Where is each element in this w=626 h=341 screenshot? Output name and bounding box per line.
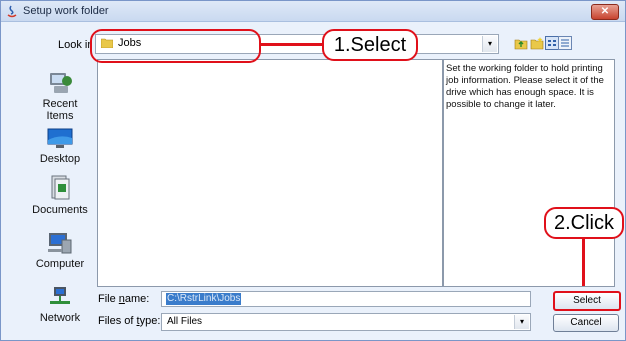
details-view-icon[interactable] [558, 36, 572, 50]
look-in-label: Look ir [58, 39, 92, 51]
file-name-value: C:\RstrLink\Jobs [166, 293, 242, 305]
title-bar[interactable]: Setup work folder ✕ [1, 1, 625, 22]
sidebar-item-label: Desktop [39, 153, 81, 165]
file-name-label: File name: [98, 293, 150, 305]
chevron-down-icon[interactable]: ▾ [482, 36, 497, 52]
up-folder-icon[interactable] [514, 36, 528, 50]
documents-icon [51, 175, 70, 200]
sidebar-item-label: Network [39, 312, 81, 324]
file-list[interactable] [97, 59, 443, 287]
close-button[interactable]: ✕ [591, 4, 619, 20]
select-button[interactable]: Select [553, 291, 621, 311]
desktop-icon [47, 128, 73, 148]
window-title: Setup work folder [23, 5, 109, 17]
recent-items-icon [50, 73, 72, 93]
info-panel: Set the working folder to hold printing … [443, 59, 615, 287]
file-name-input[interactable]: C:\RstrLink\Jobs [161, 291, 531, 307]
sidebar-item-recent-items[interactable]: Recent Items [29, 71, 91, 122]
list-view-icon[interactable] [545, 36, 559, 50]
network-icon [50, 287, 70, 304]
file-type-label: Files of type: [98, 315, 161, 327]
sidebar-item-documents[interactable]: Documents [29, 175, 91, 216]
sidebar-item-network[interactable]: Network [29, 285, 91, 324]
sidebar-item-label: Recent Items [42, 98, 78, 122]
sidebar-item-computer[interactable]: Computer [29, 231, 91, 270]
file-type-combo[interactable]: All Files ▾ [161, 313, 531, 331]
computer-icon [48, 233, 72, 254]
callout-step-2: 2.Click [544, 207, 624, 239]
sidebar-item-desktop[interactable]: Desktop [29, 126, 91, 165]
java-app-icon [7, 5, 17, 18]
cancel-button[interactable]: Cancel [553, 314, 619, 332]
new-folder-icon[interactable] [530, 36, 544, 50]
callout-connector-1 [260, 43, 324, 46]
chevron-down-icon[interactable]: ▾ [514, 315, 529, 329]
sidebar-item-label: Computer [35, 258, 85, 270]
lookin-highlight-ring [90, 29, 261, 63]
info-text: Set the working folder to hold printing … [446, 63, 604, 110]
callout-step-1: 1.Select [322, 29, 418, 61]
file-type-value: All Files [167, 316, 203, 327]
sidebar-item-label: Documents [32, 204, 88, 216]
callout-connector-2 [582, 238, 585, 286]
